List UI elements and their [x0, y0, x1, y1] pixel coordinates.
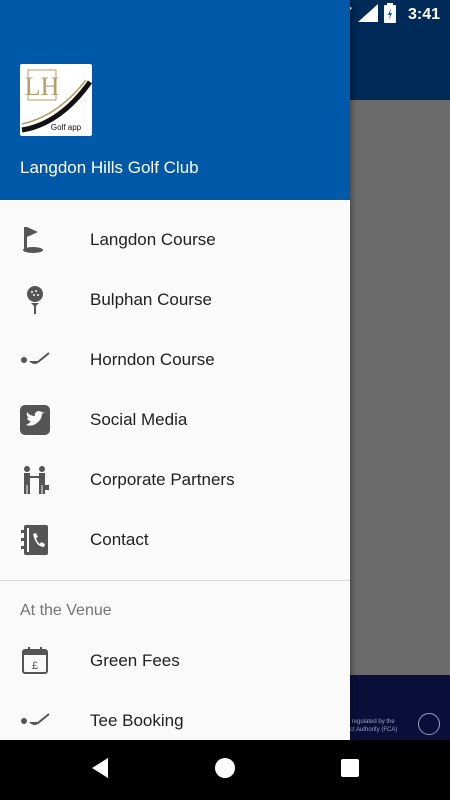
app-logo: LH Golf app	[20, 64, 92, 136]
golf-club-ball-icon	[20, 345, 50, 375]
menu-item-label: Green Fees	[90, 651, 180, 670]
back-triangle-icon	[90, 757, 110, 784]
golf-club-ball-icon	[20, 706, 50, 736]
club-name: Langdon Hills Golf Club	[20, 158, 199, 177]
handshake-people-icon	[20, 465, 50, 495]
fca-logo-icon	[418, 713, 440, 735]
menu-item-horndon-course[interactable]: Horndon Course	[0, 330, 350, 390]
calendar-pound-icon: £	[20, 646, 50, 676]
menu-item-contact[interactable]: Contact	[0, 510, 350, 570]
menu-item-corporate-partners[interactable]: Corporate Partners	[0, 450, 350, 510]
recents-button[interactable]	[320, 740, 380, 800]
golf-ball-tee-icon	[20, 285, 50, 315]
system-navigation-bar	[0, 740, 450, 800]
phone-book-icon	[20, 525, 50, 555]
section-title-at-the-venue: At the Venue	[20, 602, 112, 619]
status-time: 3:41	[407, 6, 440, 23]
menu-item-label: Social Media	[90, 410, 188, 429]
background-footer-text: and regulated by the nduct Authority (FC…	[340, 719, 398, 733]
menu-item-langdon-course[interactable]: Langdon Course	[0, 210, 350, 270]
menu-item-label: Langdon Course	[90, 230, 216, 249]
drawer-header: LH Golf app Langdon Hills Golf Club	[0, 0, 350, 200]
menu-item-bulphan-course[interactable]: Bulphan Course	[0, 270, 350, 330]
logo-monogram: LH	[25, 72, 60, 101]
menu-item-tee-booking[interactable]: Tee Booking	[0, 691, 350, 740]
svg-text:£: £	[32, 660, 38, 672]
home-circle-icon	[214, 757, 236, 784]
golf-flag-icon	[20, 225, 50, 255]
menu-item-green-fees[interactable]: £ Green Fees	[0, 631, 350, 691]
menu-item-social-media[interactable]: Social Media	[0, 390, 350, 450]
menu-item-label: Bulphan Course	[90, 290, 212, 309]
navigation-drawer: LH Golf app Langdon Hills Golf Club Lang…	[0, 0, 350, 740]
back-button[interactable]	[70, 740, 130, 800]
home-button[interactable]	[195, 740, 255, 800]
signal-icon	[357, 3, 378, 27]
logo-caption: Golf app	[51, 123, 82, 132]
battery-icon	[383, 2, 396, 28]
recents-square-icon	[340, 758, 360, 783]
menu-item-label: Contact	[90, 530, 149, 549]
menu-item-label: Horndon Course	[90, 350, 215, 369]
menu-item-label: Corporate Partners	[90, 470, 235, 489]
twitter-icon	[20, 405, 50, 435]
menu-item-label: Tee Booking	[90, 711, 184, 730]
drawer-menu: Langdon Course Bulphan Course Horndon Co…	[0, 210, 350, 740]
